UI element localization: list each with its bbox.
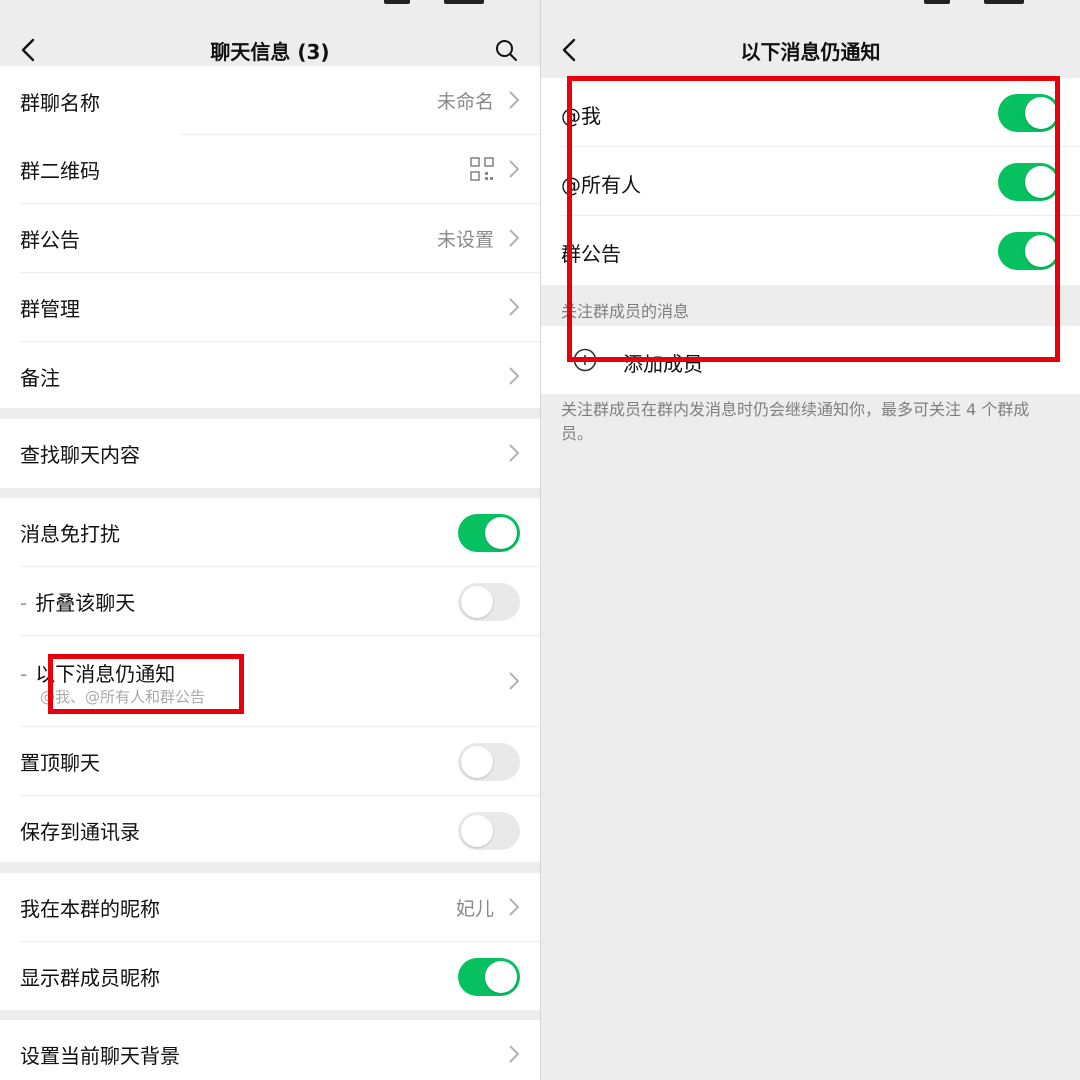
- status-icons: [924, 0, 1034, 6]
- row-label: 群公告: [20, 228, 80, 252]
- row-pin-chat: 置顶聊天: [0, 727, 540, 796]
- pin-chat-toggle[interactable]: [458, 743, 520, 781]
- row-label: 查找聊天内容: [20, 443, 140, 467]
- row-remark[interactable]: 备注: [0, 342, 540, 411]
- chevron-right-icon: [509, 444, 520, 462]
- nickname-group: 我在本群的昵称 妃儿 显示群成员昵称: [0, 873, 540, 1010]
- row-label: - 折叠该聊天: [20, 591, 136, 615]
- row-search-chat[interactable]: 查找聊天内容: [0, 419, 540, 488]
- chat-info-panel: 聊天信息 (3) 群聊名称 未命名 群二维码 群公告 未设置 群管理 备注 查找…: [0, 0, 540, 1080]
- highlight-box: [567, 76, 1060, 362]
- status-bar: [0, 0, 540, 10]
- row-fold-chat: - 折叠该聊天: [0, 567, 540, 636]
- row-value: 妃儿: [455, 898, 494, 920]
- chevron-right-icon: [509, 898, 520, 916]
- row-group-name[interactable]: 群聊名称 未命名: [0, 66, 540, 135]
- row-label: 保存到通讯录: [20, 820, 140, 844]
- row-mute: 消息免打扰: [0, 498, 540, 567]
- row-show-nicknames: 显示群成员昵称: [0, 942, 540, 1011]
- row-group-manage[interactable]: 群管理: [0, 273, 540, 342]
- chevron-right-icon: [509, 1045, 520, 1063]
- nav-bar: 以下消息仍通知: [541, 22, 1080, 78]
- row-my-nickname[interactable]: 我在本群的昵称 妃儿: [0, 873, 540, 942]
- footnote: 关注群成员在群内发消息时仍会继续通知你，最多可关注 4 个群成员。: [561, 400, 1030, 443]
- row-label: 备注: [20, 366, 60, 390]
- row-label: 设置当前聊天背景: [20, 1044, 180, 1068]
- page-title: 聊天信息 (3): [210, 40, 330, 64]
- chevron-right-icon: [509, 91, 520, 109]
- row-label: 消息免打扰: [20, 522, 120, 546]
- row-label: 群二维码: [20, 159, 100, 183]
- row-save-contacts: 保存到通讯录: [0, 796, 540, 865]
- group-settings-list: 群聊名称 未命名 群二维码 群公告 未设置 群管理 备注: [0, 66, 540, 408]
- chevron-right-icon: [509, 229, 520, 247]
- page-title: 以下消息仍通知: [740, 40, 881, 64]
- show-nicknames-toggle[interactable]: [458, 958, 520, 996]
- row-label: 置顶聊天: [20, 751, 100, 775]
- fold-label: 折叠该聊天: [35, 591, 136, 615]
- fold-chat-toggle[interactable]: [458, 583, 520, 621]
- highlight-box: [48, 654, 244, 714]
- row-value: 未设置: [436, 229, 494, 251]
- mute-toggle[interactable]: [458, 514, 520, 552]
- save-contacts-toggle[interactable]: [458, 812, 520, 850]
- still-notify-panel: 以下消息仍通知 @我 @所有人 群公告 关注群成员的消息 添加成员 关注群成员在…: [541, 0, 1080, 1080]
- row-group-notice[interactable]: 群公告 未设置: [0, 204, 540, 273]
- search-icon[interactable]: [494, 38, 518, 62]
- status-bar: [541, 0, 1080, 10]
- row-group-qr[interactable]: 群二维码: [0, 135, 540, 204]
- row-label: 群管理: [20, 297, 80, 321]
- status-icons: [384, 0, 494, 6]
- row-chat-background[interactable]: 设置当前聊天背景: [0, 1020, 540, 1080]
- chevron-right-icon: [509, 672, 520, 690]
- background-group: 设置当前聊天背景: [0, 1020, 540, 1080]
- chevron-right-icon: [509, 298, 520, 316]
- qr-code-icon: [470, 157, 494, 181]
- row-label: 显示群成员昵称: [20, 966, 160, 990]
- chevron-right-icon: [509, 367, 520, 385]
- row-value: 未命名: [436, 91, 494, 113]
- chevron-right-icon: [509, 160, 520, 178]
- row-label: 群聊名称: [20, 91, 100, 115]
- search-history-group: 查找聊天内容: [0, 419, 540, 488]
- row-label: 我在本群的昵称: [20, 897, 160, 921]
